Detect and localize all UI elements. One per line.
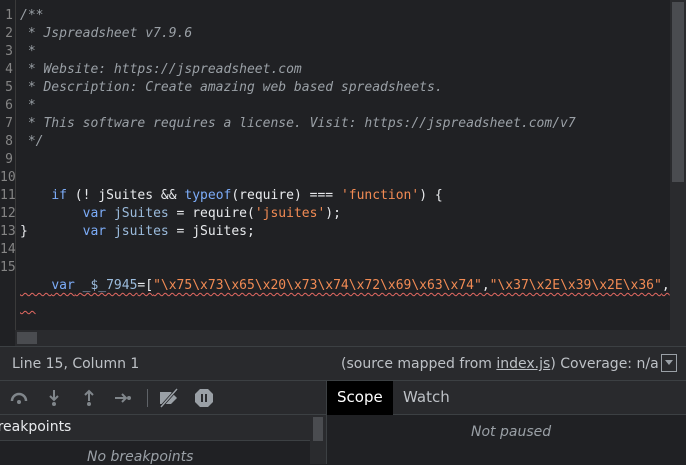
- code-line-error[interactable]: var _$_7945=["\x75\x73\x65\x20\x73\x74\x…: [20, 259, 669, 293]
- coverage-text: Coverage: n/a: [555, 356, 659, 372]
- code-token: ,: [661, 278, 670, 293]
- code-line[interactable]: var jsuites = jSuites;: [20, 205, 255, 239]
- sidebar-scrollbar[interactable]: [310, 415, 326, 464]
- code-line[interactable]: * Description: Create amazing web based …: [20, 79, 443, 97]
- no-breakpoints-text: No breakpoints: [87, 449, 194, 465]
- code-token: ,: [481, 278, 490, 293]
- step-over-icon[interactable]: [8, 387, 30, 409]
- line-number[interactable]: 5: [0, 79, 13, 97]
- step-out-icon[interactable]: [78, 387, 100, 409]
- line-number[interactable]: 8: [0, 133, 13, 151]
- show-drawer-icon[interactable]: [661, 354, 677, 372]
- line-number[interactable]: 6: [0, 97, 13, 115]
- line-number[interactable]: 7: [0, 115, 13, 133]
- tab-scope[interactable]: Scope: [327, 381, 393, 415]
- keyword-token: var: [51, 278, 75, 293]
- identifier-token: jsuites: [113, 224, 169, 239]
- code-token: = jSuites;: [168, 224, 255, 239]
- line-number[interactable]: 15: [0, 259, 16, 277]
- line-number[interactable]: 13: [0, 223, 16, 241]
- step-into-icon[interactable]: [43, 387, 65, 409]
- editor-status-bar: Line 15, Column 1 (source mapped from in…: [0, 346, 686, 380]
- code-line[interactable]: */: [20, 133, 44, 151]
- source-map-info: (source mapped from index.js) Coverage: …: [341, 356, 659, 372]
- not-paused-text: Not paused: [471, 424, 552, 440]
- code-line[interactable]: }: [20, 223, 28, 241]
- line-number[interactable]: 14: [0, 241, 16, 259]
- code-line[interactable]: *: [20, 43, 36, 61]
- string-token: 'function': [340, 188, 420, 203]
- line-number[interactable]: 10: [0, 169, 16, 187]
- vertical-scrollbar-thumb[interactable]: [672, 2, 684, 182]
- code-editor[interactable]: 1 2 3 4 5 6 7 8 9 10 11 12 13 14 15 /** …: [0, 0, 686, 346]
- line-number[interactable]: 9: [0, 151, 13, 169]
- identifier-token: _$_7945: [82, 278, 138, 293]
- breakpoints-empty-state: No breakpoints: [0, 441, 310, 465]
- deactivate-breakpoints-icon[interactable]: [157, 387, 179, 409]
- string-token: "\x75\x73\x65\x20\x73\x74\x72\x69\x63\x7…: [153, 278, 482, 293]
- line-number-gutter[interactable]: 1 2 3 4 5 6 7 8 9 10 11 12 13 14 15: [0, 0, 16, 330]
- code-line[interactable]: *: [20, 97, 36, 115]
- line-number[interactable]: 3: [0, 43, 13, 61]
- pause-on-exceptions-icon[interactable]: [193, 387, 215, 409]
- line-number[interactable]: 12: [0, 205, 16, 223]
- string-token: 'jsuites': [254, 206, 326, 221]
- string-token: "\x37\x2E\x39\x2E\x36": [489, 278, 662, 293]
- scope-panel: Not paused: [327, 415, 686, 464]
- scrollbar-corner: [670, 330, 686, 346]
- code-line[interactable]: * This software requires a license. Visi…: [20, 115, 576, 133]
- code-line[interactable]: /**: [20, 7, 43, 25]
- code-token: =[: [137, 278, 154, 293]
- scope-watch-tabs: Scope Watch: [327, 380, 686, 415]
- step-icon[interactable]: [112, 387, 134, 409]
- sidebar-scrollbar-thumb[interactable]: [313, 417, 323, 441]
- line-number[interactable]: 11: [0, 187, 16, 205]
- source-file-link[interactable]: index.js: [496, 356, 550, 372]
- tab-watch[interactable]: Watch: [393, 381, 460, 415]
- cursor-position[interactable]: Line 15, Column 1: [12, 356, 139, 372]
- code-line[interactable]: var jSuites = require('jsuites');: [20, 187, 341, 221]
- code-token: );: [325, 206, 341, 221]
- debugger-toolbar: [0, 380, 326, 415]
- horizontal-scrollbar-thumb[interactable]: [17, 332, 37, 344]
- line-number[interactable]: 2: [0, 25, 13, 43]
- horizontal-scrollbar[interactable]: [15, 330, 670, 346]
- keyword-token: var: [82, 224, 107, 239]
- line-number[interactable]: 1: [0, 7, 13, 25]
- code-line[interactable]: * Jspreadsheet v7.9.6: [20, 25, 192, 43]
- source-prefix: (source mapped from: [341, 356, 497, 372]
- code-token: ) {: [419, 188, 443, 203]
- breakpoints-section-header[interactable]: Breakpoints: [0, 415, 310, 441]
- toolbar-separator: [147, 389, 148, 407]
- line-number[interactable]: 4: [0, 61, 13, 79]
- code-line[interactable]: * Website: https://jspreadsheet.com: [20, 61, 302, 79]
- vertical-scrollbar[interactable]: [670, 0, 686, 330]
- code-line[interactable]: if (! jSuites && typeof(require) === 'fu…: [20, 169, 442, 203]
- breakpoints-title: Breakpoints: [0, 419, 72, 435]
